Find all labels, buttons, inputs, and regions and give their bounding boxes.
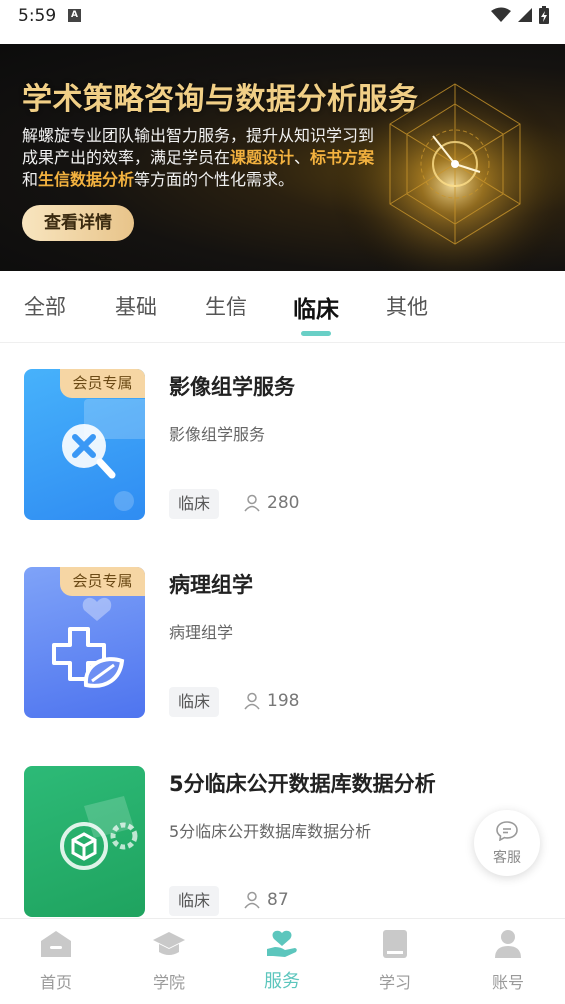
view-count: 87 <box>243 890 289 910</box>
service-thumbnail <box>24 766 145 917</box>
signal-icon <box>518 8 532 22</box>
status-icons <box>491 6 549 24</box>
nav-service[interactable]: 服务 <box>242 929 322 993</box>
service-subtitle: 5分临床公开数据库数据分析 <box>169 822 372 841</box>
banner-description: 解螺旋专业团队输出智力服务，提升从知识学习到成果产出的效率，满足学员在课题设计、… <box>22 126 375 189</box>
promo-banner[interactable]: 学术策略咨询与数据分析服务 解螺旋专业团队输出智力服务，提升从知识学习到成果产出… <box>0 44 565 271</box>
service-title: 病理组学 <box>169 573 253 597</box>
view-details-button[interactable]: 查看详情 <box>22 205 134 241</box>
nav-service-label: 服务 <box>264 971 300 992</box>
active-tab-indicator <box>301 331 331 336</box>
chat-bubble-icon <box>496 821 518 841</box>
graduation-cap-icon <box>153 932 185 955</box>
bottom-navigation: 首页 学院 服务 学习 账号 <box>0 918 565 1004</box>
hand-heart-icon <box>267 930 297 957</box>
user-icon <box>244 494 260 512</box>
tab-clinical[interactable]: 临床 <box>293 290 339 324</box>
notification-icon: A <box>68 9 81 22</box>
service-title: 5分临床公开数据库数据分析 <box>169 772 436 796</box>
service-thumbnail: 会员专属 <box>24 369 145 520</box>
service-thumbnail: 会员专属 <box>24 567 145 718</box>
wifi-icon <box>491 7 511 22</box>
category-tag: 临床 <box>169 489 219 519</box>
home-icon <box>41 931 71 957</box>
battery-charging-icon <box>539 6 549 24</box>
user-icon <box>495 930 521 958</box>
service-title: 影像组学服务 <box>169 375 295 399</box>
nav-account[interactable]: 账号 <box>468 929 548 993</box>
list-item[interactable]: 会员专属 病理组学 病理组学 临床 198 <box>0 567 565 747</box>
category-tag: 临床 <box>169 886 219 916</box>
user-icon <box>244 891 260 909</box>
tab-other[interactable]: 其他 <box>386 291 428 321</box>
service-subtitle: 影像组学服务 <box>169 425 266 444</box>
view-count-value: 280 <box>267 493 300 513</box>
nav-academy-label: 学院 <box>152 973 185 992</box>
status-bar: 5:59 A <box>0 0 565 44</box>
customer-service-label: 客服 <box>493 850 521 866</box>
view-count: 198 <box>243 691 299 711</box>
tab-all[interactable]: 全部 <box>24 291 66 321</box>
service-subtitle: 病理组学 <box>169 623 234 642</box>
view-count: 280 <box>243 493 299 513</box>
customer-service-button[interactable]: 客服 <box>474 810 540 876</box>
nav-study[interactable]: 学习 <box>355 929 435 993</box>
list-item[interactable]: 会员专属 影像组学服务 影像组学服务 临床 280 <box>0 369 565 549</box>
cube-gear-icon <box>60 796 138 870</box>
nav-account-label: 账号 <box>491 973 524 992</box>
user-icon <box>244 692 260 710</box>
banner-title: 学术策略咨询与数据分析服务 <box>22 82 419 117</box>
book-icon <box>383 930 407 958</box>
nav-home-label: 首页 <box>39 973 72 992</box>
category-tag: 临床 <box>169 687 219 717</box>
member-badge: 会员专属 <box>60 369 145 398</box>
tab-basic[interactable]: 基础 <box>115 291 157 321</box>
nav-study-label: 学习 <box>378 973 411 992</box>
status-time: 5:59 <box>18 6 57 26</box>
nav-academy[interactable]: 学院 <box>129 929 209 993</box>
category-tabs: 全部 基础 生信 临床 其他 <box>0 271 565 343</box>
view-count-value: 198 <box>267 691 300 711</box>
tab-bioinfo[interactable]: 生信 <box>205 291 247 321</box>
nav-home[interactable]: 首页 <box>16 929 96 993</box>
view-count-value: 87 <box>267 890 289 910</box>
member-badge: 会员专属 <box>60 567 145 596</box>
